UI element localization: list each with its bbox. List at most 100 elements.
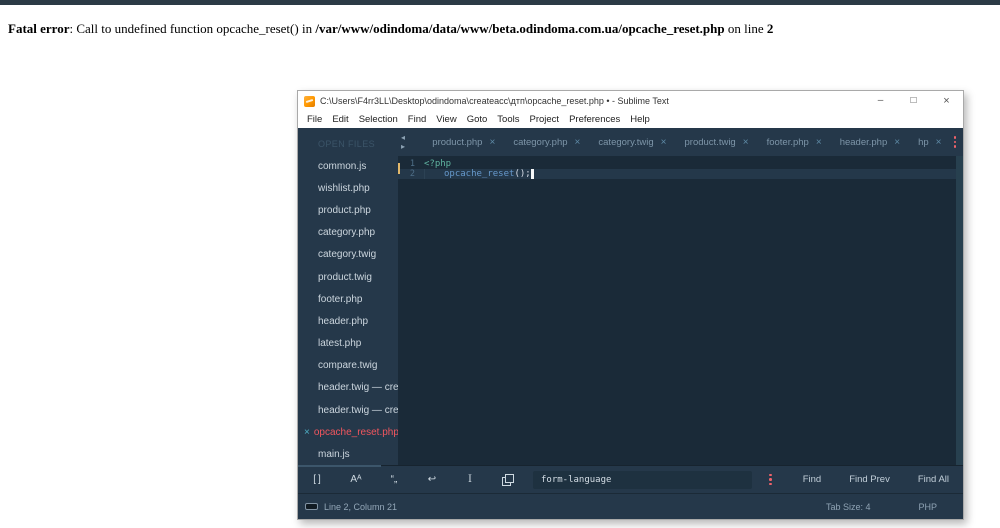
tab-footer-php[interactable]: footer.php× bbox=[758, 137, 831, 148]
in-selection-toggle-icon[interactable]: I bbox=[463, 474, 477, 485]
menu-preferences[interactable]: Preferences bbox=[564, 114, 625, 125]
sidebar-item-latest-php[interactable]: latest.php bbox=[298, 333, 398, 355]
find-all-button[interactable]: Find All bbox=[918, 474, 949, 485]
file-label: latest.php bbox=[318, 338, 361, 349]
tab-close-icon[interactable]: × bbox=[936, 137, 942, 148]
menu-find[interactable]: Find bbox=[403, 114, 431, 125]
menu-view[interactable]: View bbox=[431, 114, 461, 125]
menu-bar: File Edit Selection Find View Goto Tools… bbox=[298, 111, 963, 128]
file-label: header.twig — crea bbox=[318, 382, 398, 393]
file-label: header.twig — crea bbox=[318, 405, 398, 416]
find-overflow-menu-icon[interactable] bbox=[766, 472, 775, 488]
tab-label: product.twig bbox=[685, 137, 736, 148]
tab-close-icon[interactable]: × bbox=[743, 137, 749, 148]
sidebar-item-product-twig[interactable]: product.twig bbox=[298, 266, 398, 288]
file-label: footer.php bbox=[318, 294, 362, 305]
sidebar-item-main-js[interactable]: main.js bbox=[298, 443, 398, 465]
php-open-tag: <?php bbox=[424, 159, 451, 169]
browser-page: Fatal error: Call to undefined function … bbox=[0, 0, 1000, 528]
open-files-header: OPEN FILES bbox=[298, 128, 398, 155]
tab-label: product.php bbox=[432, 137, 482, 148]
sidebar-item-category-twig[interactable]: category.twig bbox=[298, 244, 398, 266]
error-prefix: Fatal error bbox=[8, 21, 69, 36]
file-label: category.twig bbox=[318, 249, 376, 260]
close-button[interactable]: × bbox=[930, 91, 963, 111]
wrap-toggle-icon[interactable]: ↩ bbox=[425, 474, 439, 485]
file-label: product.php bbox=[318, 205, 371, 216]
modified-line-marker bbox=[398, 163, 400, 174]
menu-project[interactable]: Project bbox=[524, 114, 564, 125]
tab-close-icon[interactable]: × bbox=[816, 137, 822, 148]
highlight-matches-toggle-icon[interactable] bbox=[501, 474, 515, 486]
maximize-button[interactable]: □ bbox=[897, 91, 930, 111]
tab-close-icon[interactable]: × bbox=[661, 137, 667, 148]
sidebar-item-footer-php[interactable]: footer.php bbox=[298, 288, 398, 310]
find-input[interactable] bbox=[533, 471, 752, 489]
tab-product-php[interactable]: product.php × bbox=[423, 137, 504, 148]
sidebar-item-header-twig-1[interactable]: header.twig — crea bbox=[298, 377, 398, 399]
sidebar-item-compare-twig[interactable]: compare.twig bbox=[298, 355, 398, 377]
sidebar-item-wishlist-php[interactable]: wishlist.php bbox=[298, 177, 398, 199]
minimize-button[interactable]: – bbox=[864, 91, 897, 111]
caret-mode-icon bbox=[305, 503, 318, 510]
sublime-text-window: C:\Users\F4rr3LL\Desktop\odindoma\create… bbox=[297, 90, 964, 520]
sidebar-item-header-php[interactable]: header.php bbox=[298, 310, 398, 332]
menu-goto[interactable]: Goto bbox=[462, 114, 493, 125]
tab-close-icon[interactable]: × bbox=[894, 137, 900, 148]
menu-tools[interactable]: Tools bbox=[492, 114, 524, 125]
tab-label: header.php bbox=[840, 137, 888, 148]
menu-help[interactable]: Help bbox=[625, 114, 655, 125]
error-text: on line bbox=[725, 21, 767, 36]
file-label: compare.twig bbox=[318, 360, 377, 371]
tab-close-icon[interactable]: × bbox=[489, 137, 495, 148]
tab-size-indicator[interactable]: Tab Size: 4 bbox=[826, 502, 871, 512]
text-caret bbox=[531, 169, 534, 179]
error-file-path: /var/www/odindoma/data/www/beta.odindoma… bbox=[315, 21, 724, 36]
find-prev-button[interactable]: Find Prev bbox=[849, 474, 890, 485]
line-number: 2 bbox=[398, 169, 424, 179]
sidebar-item-product-php[interactable]: product.php bbox=[298, 199, 398, 221]
menu-edit[interactable]: Edit bbox=[327, 114, 353, 125]
tab-label: hp bbox=[918, 137, 929, 148]
syntax-indicator[interactable]: PHP bbox=[918, 502, 937, 512]
tab-header-php[interactable]: header.php × bbox=[831, 137, 909, 148]
file-label: category.php bbox=[318, 227, 375, 238]
find-buttons: Find Find Prev Find All bbox=[775, 474, 963, 485]
tab-overflow-menu-icon[interactable] bbox=[951, 134, 960, 150]
find-button[interactable]: Find bbox=[803, 474, 821, 485]
sidebar-item-opcache-reset-php[interactable]: × opcache_reset.php bbox=[298, 421, 398, 443]
tab-product-twig[interactable]: product.twig × bbox=[676, 137, 758, 148]
line-number: 1 bbox=[398, 159, 424, 169]
editor-column: ◂ ▸ wish product.php × category.php× cate… bbox=[398, 128, 963, 465]
editor-scrollbar[interactable] bbox=[956, 156, 963, 465]
menu-selection[interactable]: Selection bbox=[354, 114, 403, 125]
tab-scroll-arrows-icon[interactable]: ◂ ▸ bbox=[401, 133, 408, 151]
open-files-sidebar: OPEN FILES common.js wishlist.php produc… bbox=[298, 128, 398, 465]
indent-guide bbox=[424, 169, 444, 179]
sidebar-item-category-php[interactable]: category.php bbox=[298, 222, 398, 244]
file-label: common.js bbox=[318, 161, 366, 172]
code-editor[interactable]: 1 <?php 2 opcache_reset (); bbox=[398, 156, 963, 465]
close-file-icon[interactable]: × bbox=[304, 427, 310, 438]
tab-category-twig[interactable]: category.twig× bbox=[589, 137, 675, 148]
tab-wishlist[interactable]: wish bbox=[414, 137, 423, 148]
sidebar-item-common-js[interactable]: common.js bbox=[298, 155, 398, 177]
window-title: C:\Users\F4rr3LL\Desktop\odindoma\create… bbox=[320, 96, 669, 106]
cursor-position: Line 2, Column 21 bbox=[324, 502, 397, 512]
tab-category-php[interactable]: category.php× bbox=[504, 137, 589, 148]
code-line-1: 1 <?php bbox=[398, 159, 963, 169]
case-sensitive-toggle-icon[interactable]: Aᴬ bbox=[349, 474, 363, 485]
menu-file[interactable]: File bbox=[302, 114, 327, 125]
regex-toggle-icon[interactable]: [] bbox=[311, 474, 325, 485]
sidebar-item-header-twig-2[interactable]: header.twig — crea bbox=[298, 399, 398, 421]
status-bar: Line 2, Column 21 Tab Size: 4 PHP bbox=[298, 493, 963, 519]
file-label: product.twig bbox=[318, 272, 372, 283]
whole-word-toggle-icon[interactable]: “„ bbox=[387, 474, 401, 485]
tab-clipped-php[interactable]: hp × bbox=[909, 137, 950, 148]
function-name: opcache_reset bbox=[444, 169, 514, 179]
code-line-2: 2 opcache_reset (); bbox=[398, 169, 963, 179]
title-bar[interactable]: C:\Users\F4rr3LL\Desktop\odindoma\create… bbox=[298, 91, 963, 111]
sublime-icon bbox=[304, 96, 315, 107]
status-right: Tab Size: 4 PHP bbox=[826, 502, 963, 512]
tab-close-icon[interactable]: × bbox=[575, 137, 581, 148]
